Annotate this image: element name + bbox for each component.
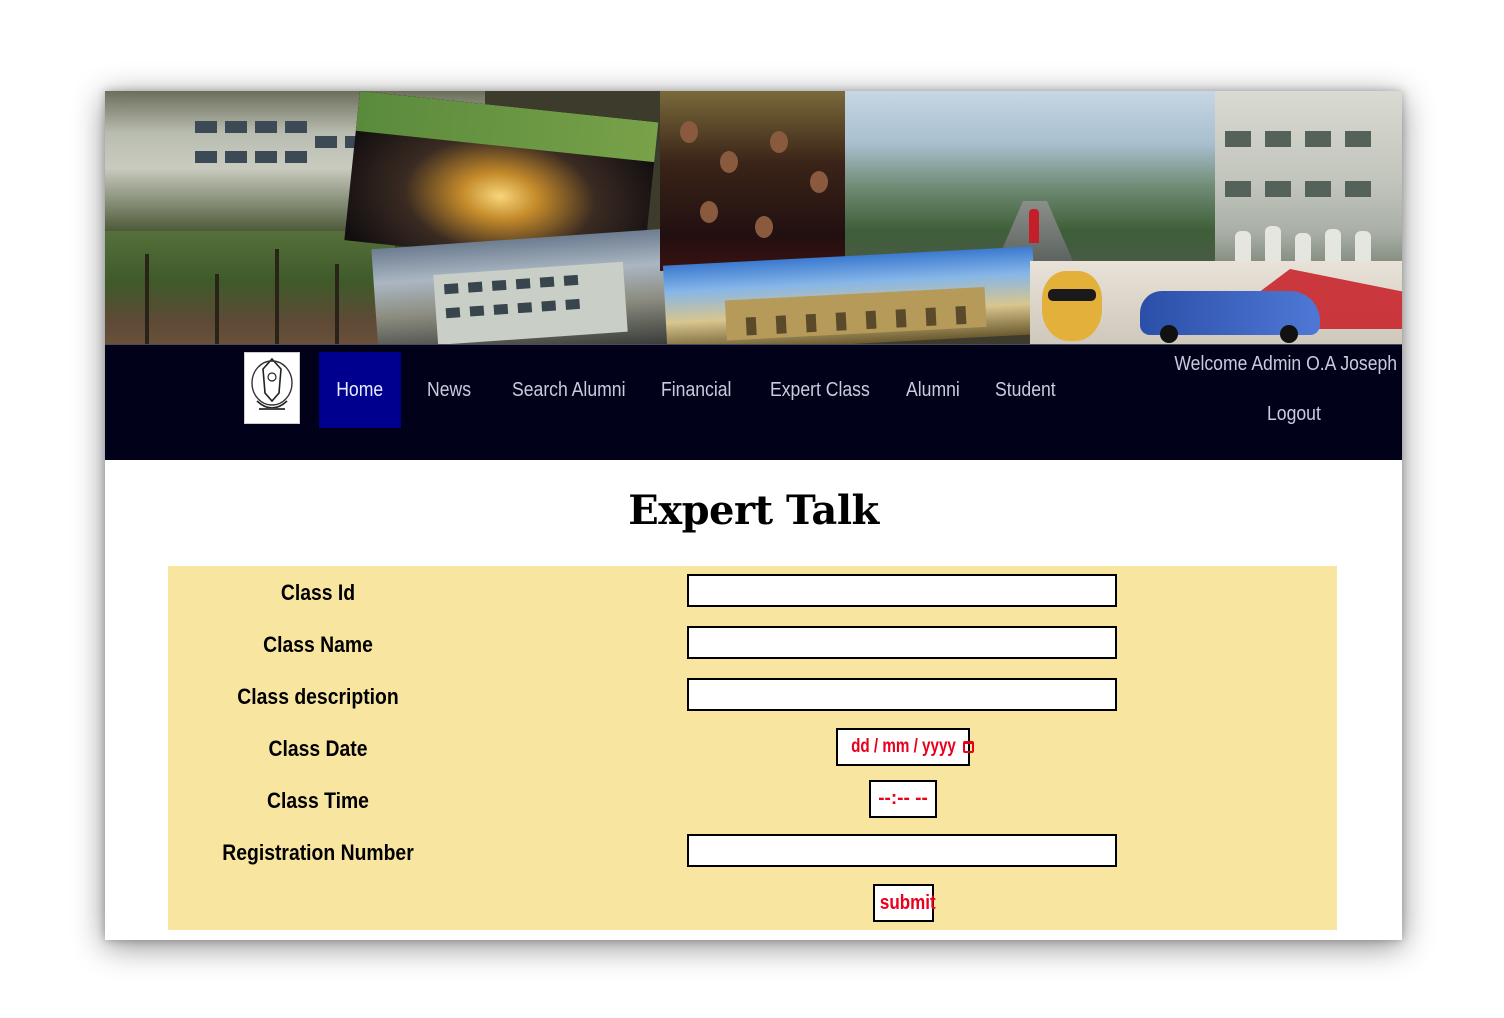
college-logo[interactable]: [244, 352, 300, 424]
expert-talk-form: Class Id Class Name Class description Cl…: [168, 566, 1337, 930]
class-date-label: Class Date: [268, 736, 368, 761]
calendar-icon[interactable]: [962, 740, 974, 753]
date-placeholder: dd / mm / yyyy: [851, 736, 956, 757]
app-window: Home News Search Alumni Financial Expert…: [105, 91, 1402, 940]
form-row-submit: submit: [168, 884, 1337, 924]
form-row-class-name: Class Name: [168, 624, 1337, 664]
header-banner-collage: [105, 91, 1402, 344]
page-title: Expert Talk: [628, 487, 879, 534]
class-id-label: Class Id: [280, 580, 356, 605]
class-id-input[interactable]: [687, 574, 1117, 607]
form-row-class-date: Class Date dd / mm / yyyy: [168, 728, 1337, 768]
class-description-input[interactable]: [687, 678, 1117, 711]
nav-financial[interactable]: Financial: [661, 352, 731, 428]
form-row-class-description: Class description: [168, 676, 1337, 716]
class-time-label: Class Time: [267, 788, 369, 813]
class-name-label: Class Name: [263, 632, 373, 657]
nav-news[interactable]: News: [427, 352, 471, 428]
class-date-input[interactable]: dd / mm / yyyy: [836, 728, 974, 766]
nav-expert-class[interactable]: Expert Class: [770, 352, 870, 428]
registration-number-input[interactable]: [687, 834, 1117, 867]
banner-photo-crowd: [660, 91, 850, 271]
nav-search-alumni[interactable]: Search Alumni: [512, 352, 625, 428]
form-row-class-time: Class Time --:-- --: [168, 780, 1337, 820]
submit-button[interactable]: submit: [873, 884, 936, 922]
banner-photo-college-block: [371, 229, 669, 344]
welcome-text: Welcome Admin O.A Joseph: [1174, 353, 1397, 375]
class-description-label: Class description: [237, 684, 399, 709]
class-time-input[interactable]: --:-- --: [869, 780, 937, 818]
registration-number-label: Registration Number: [222, 840, 414, 865]
nav-home[interactable]: Home: [319, 352, 401, 428]
logout-link[interactable]: Logout: [1267, 403, 1321, 426]
class-name-input[interactable]: [687, 626, 1117, 659]
banner-photo-forest-path: [105, 231, 395, 344]
college-emblem-icon: [248, 356, 296, 420]
form-row-registration-number: Registration Number: [168, 832, 1337, 872]
banner-photo-wall-art: [1030, 261, 1402, 344]
form-row-class-id: Class Id: [168, 572, 1337, 612]
top-navbar: Home News Search Alumni Financial Expert…: [105, 344, 1402, 460]
banner-photo-misty-road: [845, 91, 1225, 266]
nav-student[interactable]: Student: [995, 352, 1056, 428]
nav-alumni[interactable]: Alumni: [906, 352, 960, 428]
